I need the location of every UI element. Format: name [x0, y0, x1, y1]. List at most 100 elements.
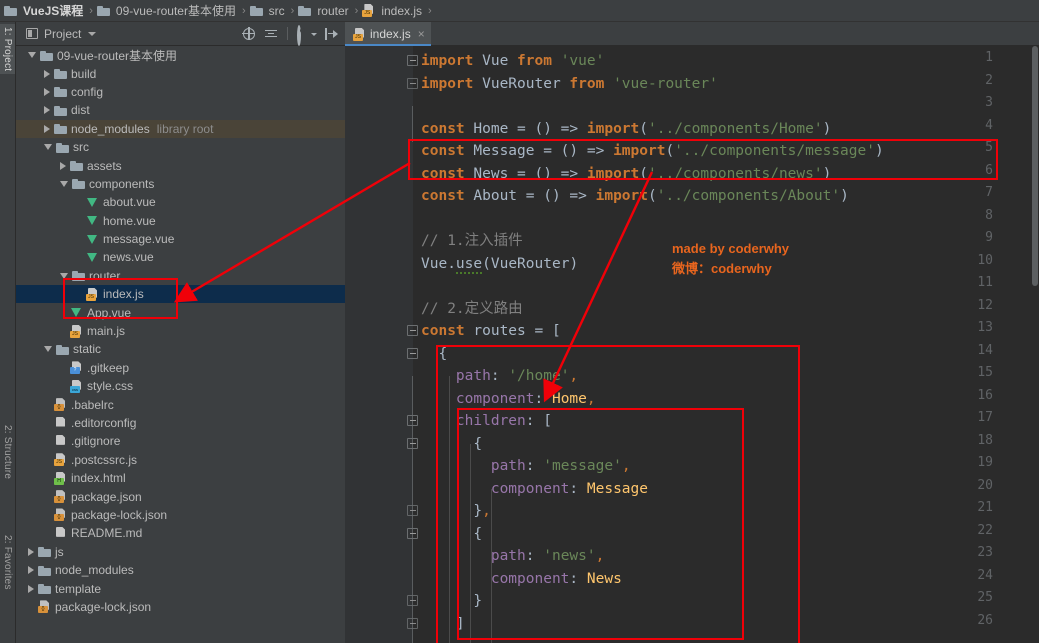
tree-item-message.vue[interactable]: message.vue: [16, 230, 345, 248]
chevron-down-icon[interactable]: [44, 144, 52, 151]
indent-guide: [470, 444, 471, 643]
tree-item-label: .postcssrc.js: [71, 452, 138, 467]
tree-item-main.js[interactable]: main.js: [16, 322, 345, 340]
editor-tab-label: index.js: [370, 27, 411, 41]
settings-gear-icon[interactable]: [297, 24, 317, 46]
chevron-down-icon[interactable]: [60, 180, 68, 187]
library-root-tag: library root: [156, 121, 214, 136]
tree-item-package-lock.json[interactable]: package-lock.json: [16, 598, 345, 616]
tree-item-assets[interactable]: assets: [16, 156, 345, 174]
breadcrumb-item-src[interactable]: src: [249, 3, 287, 18]
tool-tab-structure[interactable]: 2: Structure: [0, 422, 15, 482]
tree-item-.gitignore[interactable]: .gitignore: [16, 432, 345, 450]
collapse-all-icon[interactable]: [264, 27, 278, 41]
editor-tab-index-js[interactable]: index.js ×: [345, 22, 431, 46]
tree-item-readme.md[interactable]: README.md: [16, 524, 345, 542]
chevron-down-icon[interactable]: [44, 346, 52, 353]
code-line: const About = () => import('../component…: [421, 188, 849, 204]
breadcrumb-label: src: [268, 3, 285, 18]
tree-item-label: router: [89, 268, 121, 283]
chevron-down-icon[interactable]: [88, 31, 97, 36]
tree-item-label: index.html: [71, 471, 126, 486]
chevron-down-icon[interactable]: [28, 52, 36, 59]
code-editor[interactable]: 1 2 3 4 5 6 7 8 9 10 11 12 13 14 15 16 17 18 19 20 21 22 23 24 2…: [345, 46, 1039, 643]
project-panel-title[interactable]: Project: [26, 27, 97, 41]
tree-item-package-lock.json[interactable]: package-lock.json: [16, 506, 345, 524]
chevron-right-icon[interactable]: [44, 106, 50, 115]
chevron-right-icon[interactable]: [28, 584, 34, 593]
chevron-right-icon[interactable]: [28, 547, 34, 556]
css-file-icon: [70, 380, 83, 393]
tree-item-label: package-lock.json: [71, 507, 168, 522]
tree-item-label: news.vue: [103, 250, 154, 265]
html-file-icon: [54, 472, 67, 485]
breadcrumb: VueJS课程 › 09-vue-router基本使用 › src › router › ind…: [0, 0, 1039, 22]
js-file-icon: [54, 453, 67, 467]
code-line: path: '/home',: [421, 368, 579, 384]
tree-item-label: node_modules: [55, 563, 134, 578]
close-icon[interactable]: ×: [418, 28, 425, 40]
tree-item-label: package-lock.json: [55, 599, 152, 614]
breadcrumb-item-router[interactable]: router: [298, 4, 350, 18]
chevron-right-icon[interactable]: [60, 161, 66, 170]
tree-item-09-vue-router[interactable]: 09-vue-router基本使用: [16, 46, 345, 64]
tree-item-node_modules[interactable]: node_modules: [16, 561, 345, 579]
tree-item-index.js[interactable]: index.js: [16, 285, 345, 304]
tree-item-components[interactable]: components: [16, 175, 345, 193]
breadcrumb-separator: ›: [354, 4, 359, 17]
hide-panel-icon[interactable]: [324, 27, 338, 41]
code-line: },: [421, 503, 491, 519]
json-file-icon: [54, 490, 67, 504]
tree-item-label: main.js: [87, 324, 126, 339]
tree-item-js[interactable]: js: [16, 543, 345, 561]
folder-icon: [249, 5, 263, 16]
tree-item-home.vue[interactable]: home.vue: [16, 212, 345, 230]
unknown-file-icon: [70, 361, 83, 375]
code-line: const routes = [: [421, 323, 561, 339]
code-text-area[interactable]: import Vue from 'vue' import VueRouter fr…: [413, 46, 1039, 643]
tree-item-about.vue[interactable]: about.vue: [16, 193, 345, 211]
tree-item-app.vue[interactable]: App.vue: [16, 303, 345, 321]
folder-icon: [56, 344, 69, 355]
project-tree[interactable]: 09-vue-router基本使用 build config dist node_mod…: [16, 46, 345, 643]
tree-item-.babelrc[interactable]: .babelrc: [16, 395, 345, 413]
tree-item-node_modules[interactable]: node_modules library root: [16, 119, 345, 138]
tree-item-dist[interactable]: dist: [16, 101, 345, 119]
tree-item-label: README.md: [71, 526, 143, 541]
tree-item-label: .babelrc: [71, 397, 114, 412]
chevron-right-icon[interactable]: [44, 124, 50, 133]
tree-item-index.html[interactable]: index.html: [16, 469, 345, 487]
tree-item-router[interactable]: router: [16, 267, 345, 285]
tree-item-.gitkeep[interactable]: .gitkeep: [16, 359, 345, 377]
indent-guide: [491, 489, 492, 643]
text-file-icon: [54, 435, 67, 448]
tree-item-style.css[interactable]: style.css: [16, 377, 345, 395]
breadcrumb-item-vuejs[interactable]: VueJS课程: [4, 2, 85, 19]
folder-icon: [54, 123, 67, 135]
locate-target-icon[interactable]: [242, 26, 255, 40]
ide-window: VueJS课程 › 09-vue-router基本使用 › src › router › ind…: [0, 0, 1039, 643]
tree-item-static[interactable]: static: [16, 340, 345, 358]
editor-gutter[interactable]: [345, 46, 413, 643]
tool-tab-project[interactable]: 1: Project: [0, 24, 15, 75]
tree-item-build[interactable]: build: [16, 64, 345, 82]
tree-item-template[interactable]: template: [16, 579, 345, 597]
breadcrumb-item-index.js[interactable]: index.js: [362, 4, 424, 18]
chevron-right-icon[interactable]: [44, 69, 50, 78]
chevron-down-icon[interactable]: [60, 272, 68, 279]
tool-tab-favorites[interactable]: 2: Favorites: [0, 532, 15, 593]
chevron-right-icon[interactable]: [28, 566, 34, 575]
code-line: // 1.注入插件: [421, 233, 523, 249]
tree-item-package.json[interactable]: package.json: [16, 487, 345, 505]
chevron-right-icon[interactable]: [44, 87, 50, 96]
tree-item-label: message.vue: [103, 232, 175, 247]
tree-item-src[interactable]: src: [16, 138, 345, 156]
tree-item-.postcssrc.js[interactable]: .postcssrc.js: [16, 451, 345, 469]
tree-item-config[interactable]: config: [16, 83, 345, 101]
json-file-icon: [54, 508, 67, 522]
folder-icon: [70, 160, 83, 172]
editor-scrollbar[interactable]: [1032, 46, 1038, 286]
tree-item-news.vue[interactable]: news.vue: [16, 248, 345, 266]
breadcrumb-item-09-vue-router[interactable]: 09-vue-router基本使用: [96, 2, 238, 19]
tree-item-.editorconfig[interactable]: .editorconfig: [16, 414, 345, 432]
